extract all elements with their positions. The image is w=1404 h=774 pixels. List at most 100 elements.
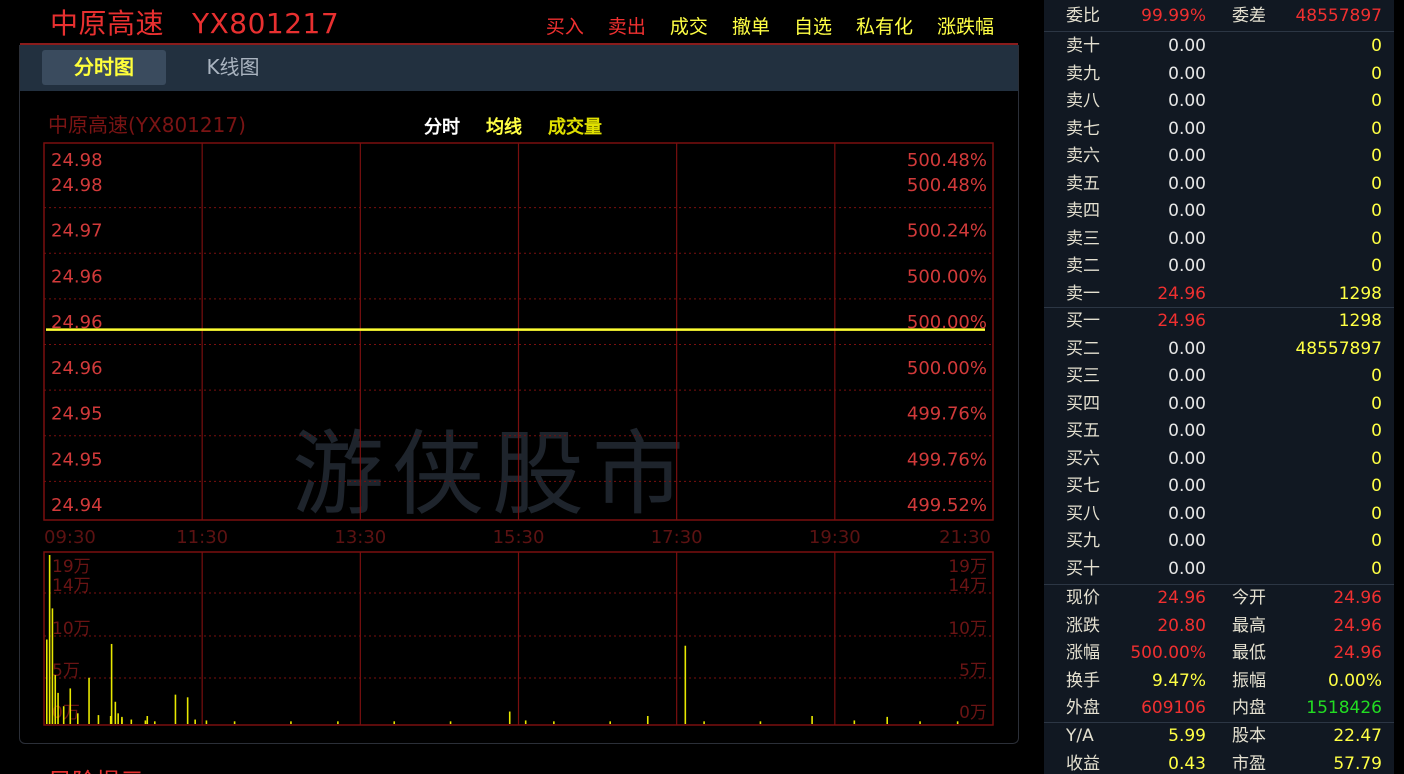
buy-volume: 0 [1371,366,1382,386]
x-tick-4: 17:30 [651,527,703,548]
volume-bar-38 [853,720,856,724]
nav-item-4[interactable]: 自选 [794,12,832,39]
volume-bar-13 [144,720,147,724]
sell-price: 0.00 [1168,173,1206,194]
x-tick-5: 19:30 [809,527,861,548]
buy-row-0[interactable]: 买一 24.96 1298 [1044,308,1394,335]
buy-volume: 48557897 [1295,338,1382,359]
sell-row-9[interactable]: 卖一 24.96 1298 [1044,281,1394,308]
volume-bar-0 [46,639,48,724]
buy-price: 0.00 [1168,448,1206,469]
stat-value: 609106 [1141,698,1206,718]
sell-row-5[interactable]: 卖五 0.00 0 [1044,171,1394,198]
x-tick-1: 11:30 [176,527,228,548]
price-label-6: 24.95 [51,404,103,425]
stat2-label: 市盈 [1232,753,1266,774]
buy-volume: 1298 [1338,311,1382,331]
stat-row-0[interactable]: 现价 24.96 今开 24.96 [1044,585,1394,612]
stat-value: 0.00% [1327,670,1382,691]
buy-row-7[interactable]: 买八 0.00 0 [1044,501,1394,528]
stat2-label: Y/A [1066,726,1094,746]
x-tick-6: 21:30 [939,527,991,548]
volume-bar-22 [194,719,196,724]
x-tick-3: 15:30 [493,527,545,548]
sell-price: 0.00 [1168,146,1206,166]
nav-item-6[interactable]: 涨跌幅 [937,12,994,39]
buy-row-9[interactable]: 买十 0.00 0 [1044,556,1394,583]
buy-row-6[interactable]: 买七 0.00 0 [1044,473,1394,500]
pct-label-8: 499.52% [907,495,987,516]
legend-2: 成交量 [548,116,602,138]
stock-name: 中原高速 [50,7,165,40]
stat-row-1[interactable]: 涨跌 20.80 最高 24.96 [1044,613,1394,640]
buy-row-8[interactable]: 买九 0.00 0 [1044,528,1394,555]
nav-item-0[interactable]: 买入 [546,12,584,39]
stat2-row-1[interactable]: 收益 0.43 市盈 57.79 [1044,751,1394,774]
volume-bar-5 [62,706,65,724]
sell-volume: 0 [1371,228,1382,249]
sell-row-3[interactable]: 卖七 0.00 0 [1044,116,1394,143]
nav-item-3[interactable]: 撤单 [732,12,770,39]
volume-bar-33 [646,715,649,724]
volume-bar-27 [393,721,396,724]
stat-row-3[interactable]: 换手 9.47% 振幅 0.00% [1044,668,1394,695]
sell-label: 卖二 [1066,256,1100,276]
sell-row-8[interactable]: 卖二 0.00 0 [1044,253,1394,280]
price-label-7: 24.95 [51,449,103,470]
buy-row-3[interactable]: 买四 0.00 0 [1044,391,1394,418]
sell-row-2[interactable]: 卖八 0.00 0 [1044,88,1394,115]
sell-volume: 0 [1371,146,1382,166]
vol-label-left-3: 5万 [52,661,80,681]
sell-row-1[interactable]: 卖九 0.00 0 [1044,61,1394,88]
summary-value: 48557897 [1295,6,1382,26]
buy-label: 买七 [1066,476,1100,496]
buy-row-5[interactable]: 买六 0.00 0 [1044,446,1394,473]
buy-label: 买一 [1066,311,1100,331]
stat-row-4[interactable]: 外盘 609106 内盘 1518426 [1044,695,1394,722]
sell-price: 0.00 [1168,91,1206,111]
sell-price: 0.00 [1168,63,1206,84]
sell-price: 24.96 [1157,283,1206,304]
nav-item-5[interactable]: 私有化 [856,12,913,39]
volume-bar-24 [233,721,236,724]
nav-item-2[interactable]: 成交 [670,12,708,39]
volume-bar-30 [524,720,527,724]
price-label-2: 24.97 [51,221,103,242]
vol-label-left-1: 14万 [52,576,91,596]
nav-item-1[interactable]: 卖出 [608,12,646,39]
sell-price: 0.00 [1168,201,1206,221]
sell-label: 卖一 [1066,283,1100,304]
x-tick-0: 09:30 [44,527,96,548]
summary-row-0[interactable]: 委比 99.99% 委差 48557897 [1044,3,1394,30]
stat-row-2[interactable]: 涨幅 500.00% 最低 24.96 [1044,640,1394,667]
buy-volume: 0 [1371,531,1382,551]
summary-value: 99.99% [1141,6,1206,26]
summary-label: 委差 [1232,6,1266,26]
pct-label-5: 500.00% [907,358,987,379]
sell-row-4[interactable]: 卖六 0.00 0 [1044,143,1394,170]
volume-bar-6 [69,688,72,724]
sell-row-6[interactable]: 卖四 0.00 0 [1044,198,1394,225]
volume-bar-21 [186,697,189,724]
pct-label-0: 500.48% [907,150,987,171]
buy-row-1[interactable]: 买二 0.00 48557897 [1044,336,1394,363]
buy-row-2[interactable]: 买三 0.00 0 [1044,363,1394,390]
sell-label: 卖八 [1066,91,1100,111]
buy-price: 0.00 [1168,393,1206,414]
sell-row-7[interactable]: 卖三 0.00 0 [1044,226,1394,253]
sell-volume: 0 [1371,173,1382,194]
volume-bar-23 [205,720,208,724]
volume-bar-15 [110,643,113,724]
pct-label-6: 499.76% [907,404,987,425]
sell-label: 卖五 [1066,173,1100,194]
sell-label: 卖七 [1066,118,1100,139]
stat2-row-0[interactable]: Y/A 5.99 股本 22.47 [1044,723,1394,750]
buy-row-4[interactable]: 买五 0.00 0 [1044,418,1394,445]
chart-title: 中原高速(YX801217) [48,113,246,137]
vol-label-left-2: 10万 [52,619,91,639]
header-nav: 买入 卖出 成交 撤单 自选 私有化 涨跌幅 [546,12,994,39]
sell-row-0[interactable]: 卖十 0.00 0 [1044,33,1394,60]
stat-value: 24.96 [1157,588,1206,608]
volume-bar-14 [153,721,156,724]
volume-bar-7 [76,713,79,724]
